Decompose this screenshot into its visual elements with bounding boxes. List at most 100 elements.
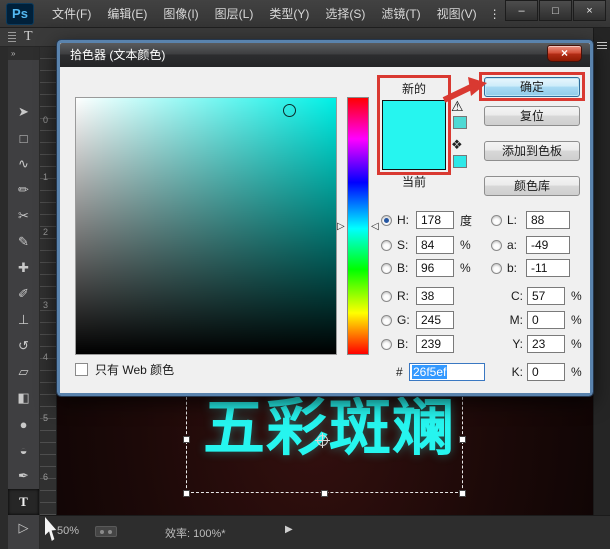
transform-handle-left[interactable] (183, 436, 190, 443)
annotation-box-ok-button (479, 72, 585, 101)
lab-a-radio[interactable] (491, 239, 502, 251)
hex-input[interactable]: 26f5ef (409, 363, 485, 381)
hue-slider-arrow-left-icon[interactable]: ▷ (337, 221, 345, 232)
eraser-tool[interactable]: ▱ (8, 359, 39, 385)
status-options-arrow-icon[interactable]: ▶ (285, 524, 293, 535)
web-colors-only-checkbox[interactable] (75, 363, 88, 376)
minimize-button[interactable]: – (505, 0, 538, 21)
red-input[interactable] (416, 287, 454, 305)
web-colors-only-label: 只有 Web 颜色 (95, 363, 175, 377)
lab-b-label: b: (507, 261, 518, 275)
hex-selected-text: 26f5ef (412, 365, 448, 379)
transform-handle-bottom-center[interactable] (321, 490, 328, 497)
hue-slider-arrow-right-icon[interactable]: ◁ (371, 221, 379, 232)
window-close-button[interactable]: × (573, 0, 606, 21)
panel-menu-icon[interactable] (597, 42, 607, 51)
reset-button[interactable]: 复位 (484, 106, 580, 126)
menu-overflow-icon[interactable]: ⋮ (489, 7, 501, 21)
color-libraries-button[interactable]: 颜色库 (484, 176, 580, 196)
saturation-radio[interactable] (381, 239, 392, 251)
yellow-row: Y: % (504, 334, 582, 354)
eyedropper-tool[interactable]: ✎ (8, 229, 39, 255)
menu-edit[interactable]: 编辑(E) (107, 5, 147, 22)
transform-handle-right[interactable] (459, 436, 466, 443)
vertical-ruler[interactable]: 0 1 2 3 4 5 6 (40, 47, 57, 515)
gamut-safe-swatch[interactable] (453, 116, 467, 129)
black-unit: % (571, 365, 582, 379)
menu-select[interactable]: 选择(S) (325, 5, 365, 22)
lab-l-input[interactable] (526, 211, 570, 229)
cyan-row: C: % (504, 286, 582, 306)
saturation-input[interactable] (416, 236, 454, 254)
lab-b-input[interactable] (526, 259, 570, 277)
lab-b-radio[interactable] (491, 262, 502, 274)
green-input[interactable] (416, 311, 454, 329)
cyan-input[interactable] (527, 287, 565, 305)
hue-label: H: (397, 213, 409, 227)
black-input[interactable] (527, 363, 565, 381)
blur-tool[interactable]: ● (8, 411, 39, 437)
blue-input[interactable] (416, 335, 454, 353)
menu-file[interactable]: 文件(F) (52, 5, 91, 22)
add-to-swatches-button[interactable]: 添加到色板 (484, 141, 580, 161)
transform-handle-bottom-left[interactable] (183, 490, 190, 497)
menu-type[interactable]: 类型(Y) (269, 5, 309, 22)
color-field-marker[interactable] (283, 104, 296, 117)
photoshop-window: Ps 文件(F) 编辑(E) 图像(I) 图层(L) 类型(Y) 选择(S) 滤… (0, 0, 610, 549)
status-bar: 50% 效率: 100%* ▶ (40, 515, 610, 549)
path-selection-tool[interactable]: ▷ (8, 515, 39, 541)
hex-row: # 26f5ef (396, 362, 485, 382)
menu-image[interactable]: 图像(I) (163, 5, 198, 22)
hex-prefix: # (396, 365, 403, 379)
menu-view[interactable]: 视图(V) (437, 5, 477, 22)
crop-tool[interactable]: ✂ (8, 203, 39, 229)
yellow-input[interactable] (527, 335, 565, 353)
brightness-input[interactable] (416, 259, 454, 277)
black-row: K: % (504, 362, 582, 382)
red-radio[interactable] (381, 290, 392, 302)
lasso-tool[interactable]: ∿ (8, 151, 39, 177)
brush-tool[interactable]: ✐ (8, 281, 39, 307)
pen-tool[interactable]: ✒ (8, 463, 39, 489)
color-picker-dialog: 拾色器 (文本颜色) × ▷ ◁ 新的 当前 ⚠ ❖ 确定 复位 添加到色板 颜… (56, 39, 594, 397)
reference-point-icon (315, 433, 330, 448)
dialog-close-button[interactable]: × (547, 45, 582, 62)
gradient-tool[interactable]: ◧ (8, 385, 39, 411)
green-label: G: (397, 313, 410, 327)
hue-slider[interactable] (347, 97, 369, 355)
move-tool[interactable]: ➤ (8, 99, 39, 125)
saturation-brightness-field[interactable] (75, 97, 337, 355)
saturation-unit: % (460, 238, 471, 252)
history-brush-tool[interactable]: ↺ (8, 333, 39, 359)
marquee-tool[interactable]: □ (8, 125, 39, 151)
ruler-mark-1: 1 (43, 172, 49, 182)
hue-radio[interactable] (381, 214, 392, 226)
clone-stamp-tool[interactable]: ⊥ (8, 307, 39, 333)
annotation-arrow-icon (442, 77, 487, 103)
red-label: R: (397, 289, 409, 303)
quick-selection-tool[interactable]: ✏ (8, 177, 39, 203)
healing-brush-tool[interactable]: ✚ (8, 255, 39, 281)
type-tool[interactable]: T (8, 489, 39, 515)
dodge-tool[interactable]: ◒ (8, 437, 39, 463)
magenta-input[interactable] (527, 311, 565, 329)
red-row: R: (381, 286, 454, 306)
green-radio[interactable] (381, 314, 392, 326)
dialog-title: 拾色器 (文本颜色) (60, 43, 590, 67)
transform-handle-bottom-right[interactable] (459, 490, 466, 497)
maximize-button[interactable]: □ (539, 0, 572, 21)
lab-a-input[interactable] (526, 236, 570, 254)
menu-filter[interactable]: 滤镜(T) (381, 5, 420, 22)
photoshop-logo: Ps (6, 2, 34, 25)
efficiency-status: 效率: 100%* (165, 528, 226, 540)
web-safe-swatch[interactable] (453, 155, 467, 168)
blue-row: B: (381, 334, 454, 354)
brightness-radio[interactable] (381, 262, 392, 274)
hue-input[interactable] (416, 211, 454, 229)
zoom-level[interactable]: 50% (57, 525, 79, 537)
toolbar-collapse-icon[interactable]: » (8, 47, 39, 60)
cyan-label: C: (511, 289, 523, 303)
lab-l-radio[interactable] (491, 214, 502, 226)
menu-layer[interactable]: 图层(L) (215, 5, 254, 22)
blue-radio[interactable] (381, 338, 392, 350)
